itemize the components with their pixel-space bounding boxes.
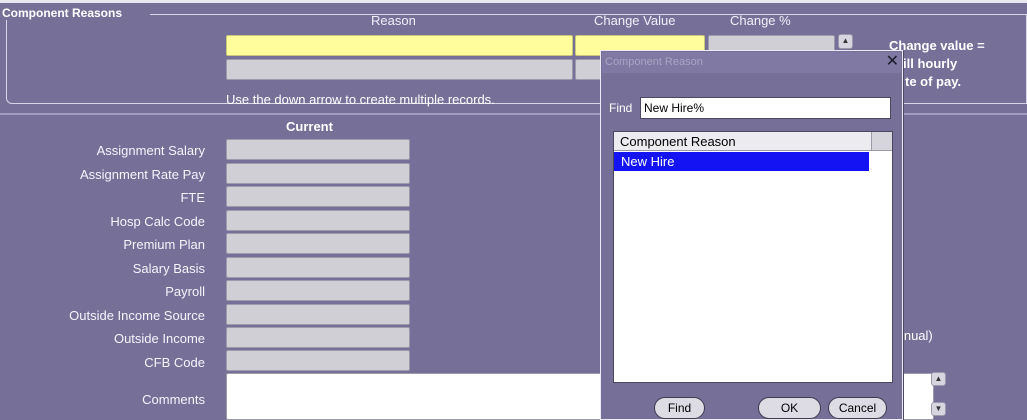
label-cfb-code: CFB Code — [144, 355, 205, 370]
field-salary-basis[interactable] — [226, 257, 410, 278]
change-value-note-line1: Change value = — [889, 38, 985, 53]
field-cfb-code[interactable] — [226, 350, 410, 371]
field-premium-plan[interactable] — [226, 233, 410, 254]
label-hosp-calc-code: Hosp Calc Code — [110, 214, 205, 229]
component-reason-list[interactable]: Component Reason New Hire — [613, 131, 893, 383]
change-value-note-line3: te of pay. — [905, 74, 962, 89]
list-header-corner — [872, 132, 892, 151]
group-title: Component Reasons — [0, 6, 125, 20]
cancel-button[interactable]: Cancel — [828, 397, 887, 419]
field-outside-income[interactable] — [226, 327, 410, 348]
label-outside-income-source: Outside Income Source — [69, 308, 205, 323]
label-premium-plan: Premium Plan — [123, 237, 205, 252]
multiple-records-hint: Use the down arrow to create multiple re… — [226, 92, 495, 107]
window-top-edge — [0, 0, 1027, 3]
list-item[interactable]: New Hire — [614, 152, 869, 171]
field-outside-income-source[interactable] — [226, 304, 410, 325]
change-value-note-line2: ill hourly — [903, 56, 958, 71]
field-assignment-salary[interactable] — [226, 139, 410, 160]
label-outside-income: Outside Income — [113, 331, 205, 346]
list-column-header: Component Reason — [614, 132, 872, 151]
field-assignment-rate-pay[interactable] — [226, 163, 410, 184]
column-header-change-pct: Change % — [730, 13, 791, 28]
field-hosp-calc-code[interactable] — [226, 210, 410, 231]
label-assignment-rate-pay: Assignment Rate Pay — [79, 167, 205, 182]
label-payroll: Payroll — [165, 284, 205, 299]
component-reason-dialog: Component Reason ✕ Find New Hire% Compon… — [600, 50, 903, 420]
cancel-button-label: Cancel — [838, 401, 877, 415]
column-header-change-value: Change Value — [594, 13, 676, 28]
label-assignment-salary: Assignment Salary — [96, 143, 205, 158]
ok-button-label: OK — [780, 401, 799, 415]
field-fte[interactable] — [226, 186, 410, 207]
label-comments: Comments — [142, 392, 205, 407]
label-fte: FTE — [180, 190, 205, 205]
scroll-up-icon[interactable]: ▲ — [838, 34, 853, 49]
component-reasons-frame-top — [150, 14, 1027, 15]
label-salary-basis: Salary Basis — [132, 261, 205, 276]
current-header: Current — [286, 119, 333, 134]
reason-field-row1[interactable] — [226, 35, 573, 56]
find-button[interactable]: Find — [654, 397, 705, 419]
find-input[interactable]: New Hire% — [640, 97, 891, 119]
find-label: Find — [609, 101, 633, 115]
close-icon[interactable]: ✕ — [886, 52, 899, 72]
reason-field-row2[interactable] — [226, 59, 573, 80]
field-payroll[interactable] — [226, 280, 410, 301]
column-header-reason: Reason — [371, 13, 416, 28]
find-button-label: Find — [667, 401, 692, 415]
ok-button[interactable]: OK — [758, 397, 821, 419]
dialog-title: Component Reason — [602, 52, 901, 73]
comments-scroll-up-icon[interactable]: ▲ — [931, 372, 946, 386]
comments-scroll-down-icon[interactable]: ▼ — [931, 402, 946, 416]
